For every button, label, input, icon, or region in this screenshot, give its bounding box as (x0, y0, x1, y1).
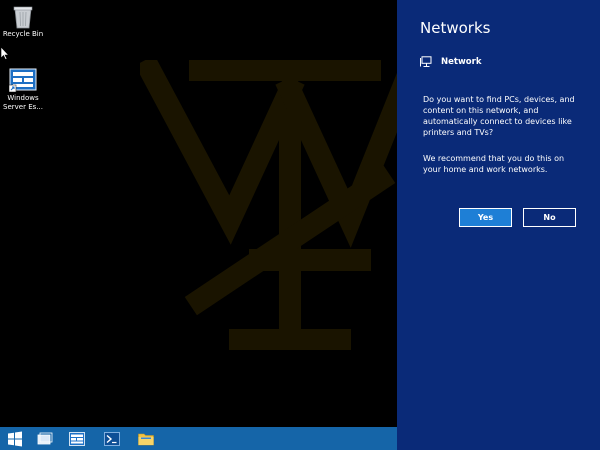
desktop-icon-recycle-bin[interactable]: Recycle Bin (0, 4, 46, 39)
taskbar (0, 427, 397, 450)
file-explorer-icon (138, 433, 154, 445)
powershell-icon (104, 431, 120, 446)
server-manager-icon (69, 431, 85, 446)
windows-server-essentials-label: Windows Server Es... (3, 94, 43, 111)
network-recommendation: We recommend that you do this on your ho… (423, 154, 565, 174)
yes-button[interactable]: Yes (459, 208, 512, 227)
pane-title: Networks (420, 19, 491, 37)
desktop[interactable]: Recycle Bin Windows Server Es... (0, 0, 397, 427)
screen: Recycle Bin Windows Server Es... Network… (0, 0, 600, 450)
monogram-logo (140, 60, 397, 350)
network-row: Network (420, 54, 481, 70)
no-button[interactable]: No (523, 208, 576, 227)
recycle-bin-label: Recycle Bin (2, 30, 44, 38)
desktop-icon-windows-server-essentials[interactable]: Windows Server Es... (0, 68, 46, 112)
start-button[interactable] (0, 427, 30, 450)
file-explorer-button[interactable] (131, 427, 161, 450)
windows-start-icon (8, 431, 22, 446)
mouse-cursor-icon (1, 47, 9, 60)
task-view-button[interactable] (30, 427, 60, 450)
server-essentials-dashboard-icon (8, 68, 37, 93)
server-manager-button[interactable] (62, 427, 92, 450)
task-view-icon (37, 432, 53, 444)
networks-pane: Networks Network Do you want to find PCs… (397, 0, 600, 450)
powershell-button[interactable] (97, 427, 127, 450)
wired-network-icon (420, 56, 432, 67)
recycle-bin-icon (11, 4, 35, 29)
network-name: Network (441, 57, 482, 67)
network-discovery-prompt: Do you want to find PCs, devices, and co… (423, 95, 575, 137)
